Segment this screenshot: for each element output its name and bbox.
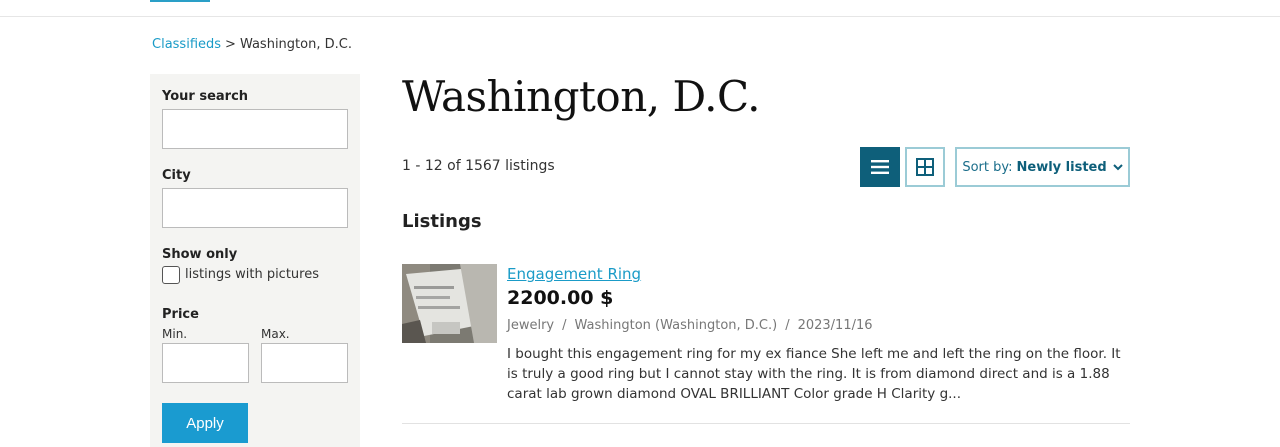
listing-category: Jewelry	[507, 318, 555, 333]
chevron-down-icon	[1112, 163, 1123, 170]
listing-divider	[402, 423, 1130, 424]
price-label: Price	[162, 307, 199, 322]
min-price-input[interactable]	[162, 343, 249, 383]
breadcrumb-classifieds-link[interactable]: Classifieds	[152, 37, 221, 52]
page-title: Washington, D.C.	[402, 72, 760, 121]
list-icon	[871, 160, 889, 174]
listing-photo	[402, 264, 497, 343]
sort-prefix: Sort by:	[962, 159, 1013, 175]
filter-sidebar: Your search City Show only listings with…	[150, 74, 360, 447]
listing-location: Washington (Washington, D.C.)	[574, 318, 778, 333]
search-label: Your search	[162, 89, 249, 104]
listing-title-link[interactable]: Engagement Ring	[507, 265, 641, 283]
breadcrumb: Classifieds > Washington, D.C.	[152, 37, 352, 52]
search-input[interactable]	[162, 109, 348, 149]
apply-button[interactable]: Apply	[162, 403, 248, 443]
max-price-input[interactable]	[261, 343, 348, 383]
sort-dropdown[interactable]: Sort by: Newly listed	[955, 147, 1130, 187]
max-price-label: Max.	[261, 327, 290, 341]
breadcrumb-current: Washington, D.C.	[239, 37, 352, 52]
meta-separator: /	[785, 318, 790, 333]
listing-date: 2023/11/16	[797, 318, 873, 333]
pictures-checkbox-label[interactable]: listings with pictures	[185, 267, 319, 282]
breadcrumb-separator: >	[225, 37, 236, 52]
listing-meta: Jewelry / Washington (Washington, D.C.) / 20…	[507, 318, 873, 333]
pictures-checkbox[interactable]	[162, 266, 180, 284]
listing-thumbnail[interactable]	[402, 264, 497, 343]
sort-value: Newly listed	[1016, 159, 1107, 175]
grid-view-button[interactable]	[905, 147, 945, 187]
header-active-tab-indicator	[150, 0, 210, 2]
listing-price: 2200.00 $	[507, 287, 614, 309]
grid-icon	[916, 158, 934, 176]
list-view-button[interactable]	[860, 147, 900, 187]
city-label: City	[162, 168, 191, 183]
listing-description: I bought this engagement ring for my ex …	[507, 346, 1121, 402]
city-input[interactable]	[162, 188, 348, 228]
header-divider	[0, 16, 1280, 17]
listing-count: 1 - 12 of 1567 listings	[402, 158, 555, 174]
meta-separator: /	[562, 318, 567, 333]
show-only-label: Show only	[162, 247, 238, 262]
min-price-label: Min.	[162, 327, 188, 341]
listings-heading: Listings	[402, 211, 482, 232]
